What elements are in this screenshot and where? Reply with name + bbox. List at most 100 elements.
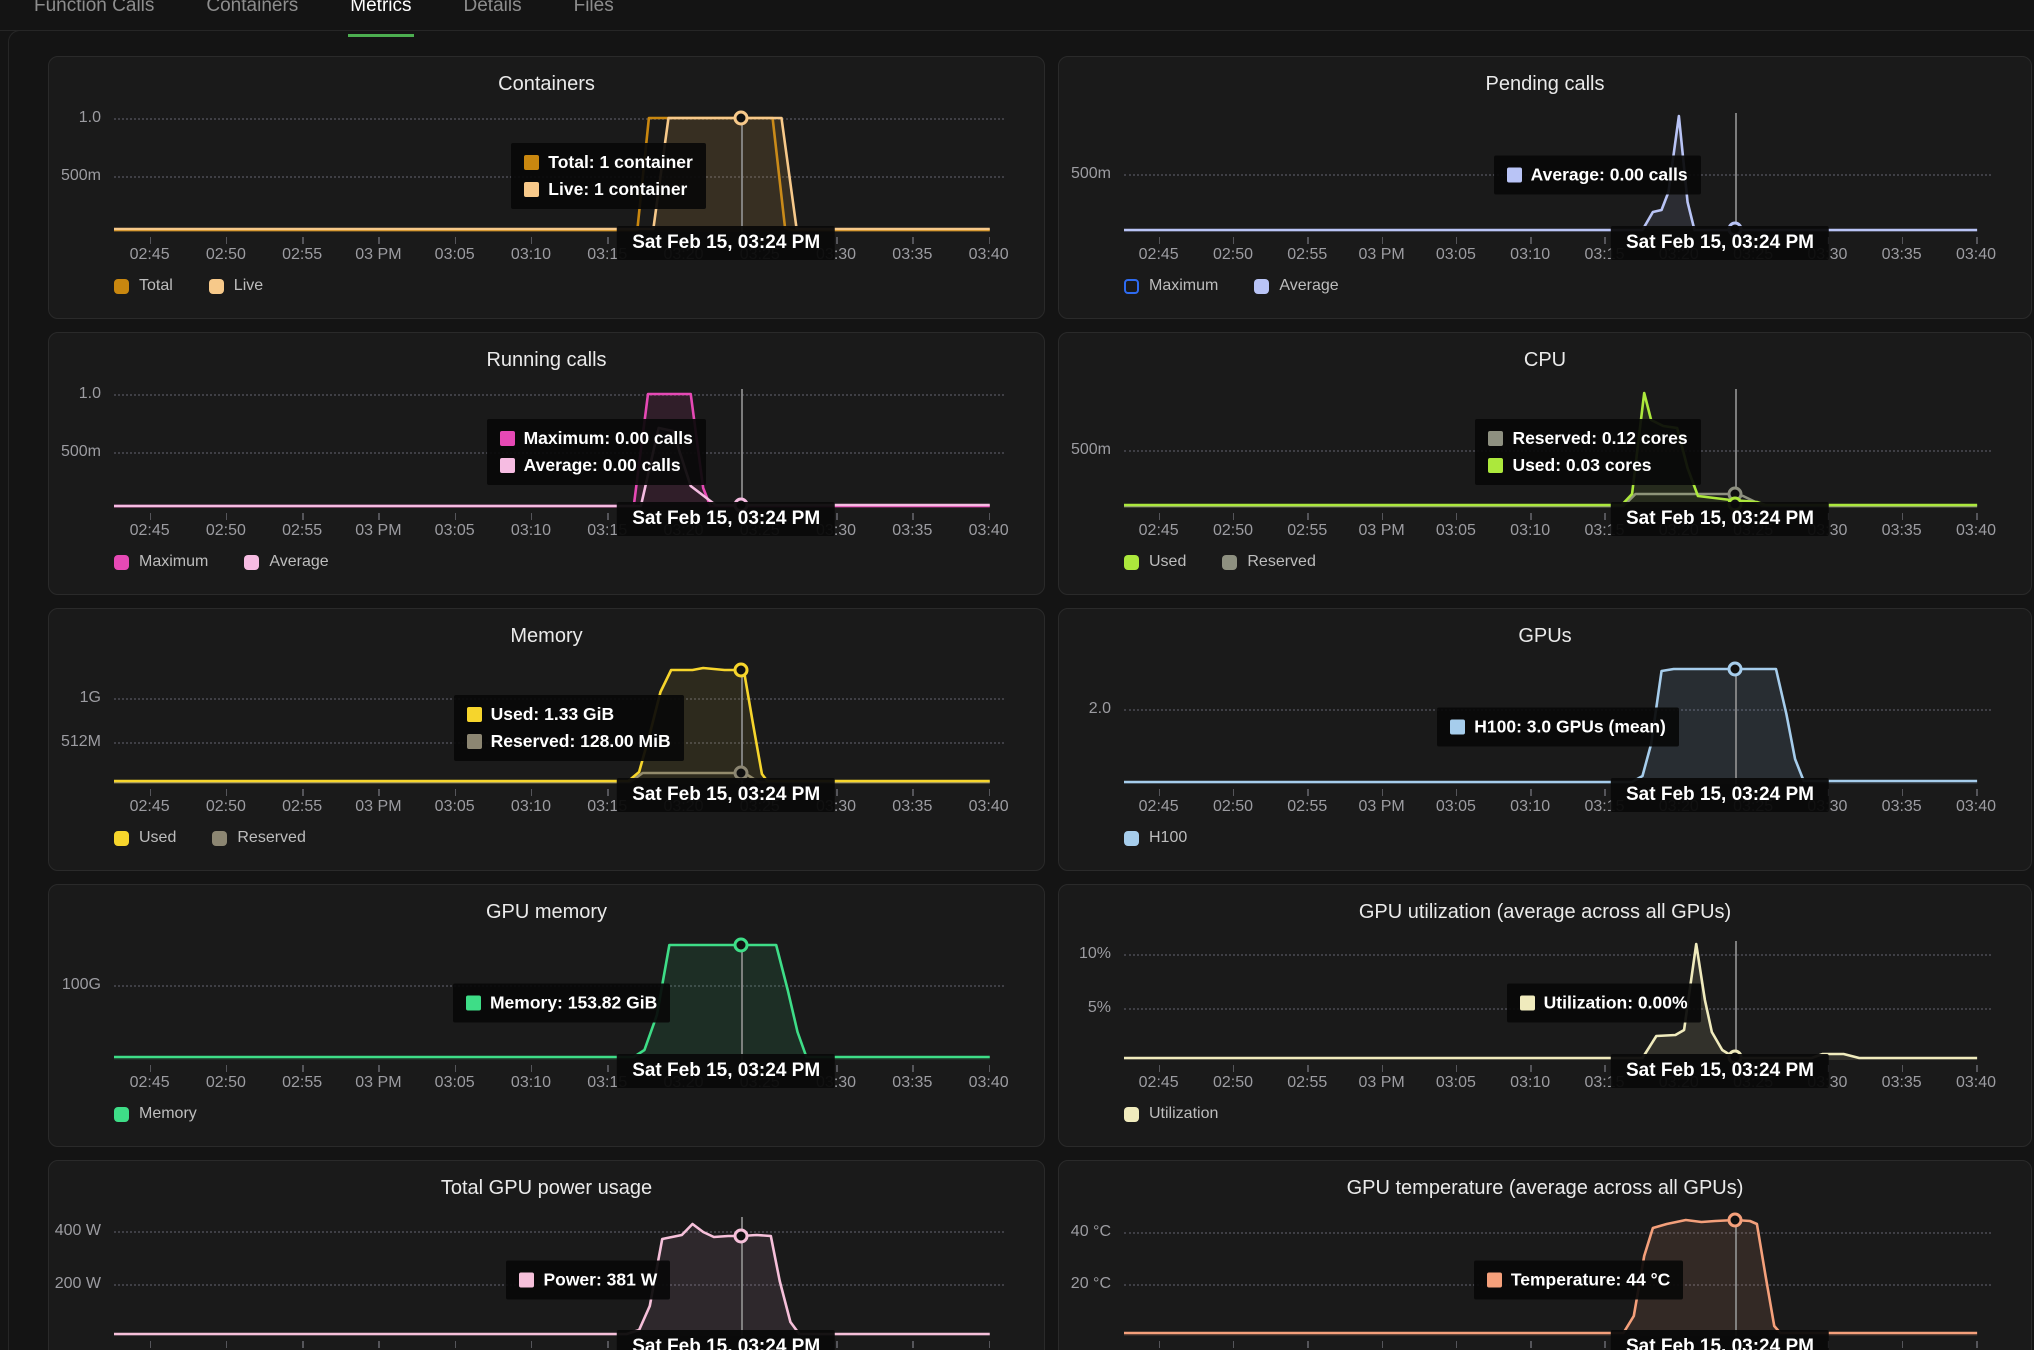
legend-item-maximum[interactable]: Maximum [114, 553, 208, 571]
x-tick-mark [1902, 1341, 1904, 1348]
crosshair-time-tooltip: Sat Feb 15, 03:24 PM [617, 502, 835, 536]
x-tick-mark [607, 1341, 609, 1348]
x-axis-label: 03:40 [1956, 798, 1996, 816]
plot-zone: 500m Average: 0.00 callsSat Feb 15, 03:24… [1059, 105, 2031, 237]
x-tick-mark [1382, 237, 1384, 244]
x-axis-label: 03:35 [892, 1074, 932, 1092]
legend-item-reserved[interactable]: Reserved [1222, 553, 1315, 571]
series-tooltip: Average: 0.00 calls [1494, 156, 1701, 195]
chart-card-gpu-temperature: GPU temperature (average across all GPUs… [1058, 1160, 2032, 1350]
x-tick-mark [1307, 237, 1309, 244]
x-axis-label: 03:40 [1956, 246, 1996, 264]
plot-area[interactable]: Reserved: 0.12 coresUsed: 0.03 coresSat … [1124, 381, 1991, 513]
legend-item-average[interactable]: Average [1254, 277, 1338, 295]
plot-area[interactable]: Total: 1 containerLive: 1 containerSat F… [114, 105, 1004, 237]
tab-containers[interactable]: Containers [204, 0, 300, 37]
x-tick-mark [1233, 1065, 1235, 1072]
x-tick-mark [1159, 1341, 1161, 1348]
chart-card-memory: Memory1G512MUsed: 1.33 GiBReserved: 128.… [48, 608, 1045, 871]
chart-legend: Maximum Average [1124, 277, 2031, 295]
x-axis-label: 03:40 [969, 1074, 1009, 1092]
crosshair-line [1735, 113, 1737, 232]
legend-item-average[interactable]: Average [244, 553, 328, 571]
legend-item-utilization[interactable]: Utilization [1124, 1105, 1218, 1123]
x-tick-mark [836, 789, 838, 796]
x-tick-mark [607, 237, 609, 244]
x-axis-label: 03:10 [1510, 1074, 1550, 1092]
x-tick-mark [531, 1065, 533, 1072]
legend-item-memory[interactable]: Memory [114, 1105, 197, 1123]
x-axis-label: 02:45 [130, 798, 170, 816]
tooltip-text: Reserved: 128.00 MiB [491, 731, 671, 752]
x-axis-label: 02:45 [130, 522, 170, 540]
plot-area[interactable]: H100: 3.0 GPUs (mean)Sat Feb 15, 03:24 P… [1124, 657, 1991, 789]
legend-label: Memory [139, 1105, 197, 1123]
tab-details[interactable]: Details [462, 0, 524, 37]
legend-label: Reserved [1247, 553, 1315, 571]
chart-card-containers: Containers1.0500mTotal: 1 containerLive:… [48, 56, 1045, 319]
series-tooltip: Power: 381 W [506, 1261, 670, 1300]
legend-item-used[interactable]: Used [114, 829, 176, 847]
x-tick-mark [1382, 513, 1384, 520]
x-axis-label: 02:45 [130, 1074, 170, 1092]
tooltip-row: Live: 1 container [524, 179, 693, 200]
x-tick-mark [912, 789, 914, 796]
x-tick-mark [836, 513, 838, 520]
tab-metrics[interactable]: Metrics [348, 0, 413, 37]
tooltip-swatch [1520, 996, 1535, 1011]
legend-label: Live [234, 277, 263, 295]
plot-area[interactable]: Average: 0.00 callsSat Feb 15, 03:24 PM [1124, 105, 1991, 237]
x-axis-label: 03:10 [1510, 522, 1550, 540]
tab-function-calls[interactable]: Function Calls [32, 0, 156, 37]
legend-item-live[interactable]: Live [209, 277, 263, 295]
plot-area[interactable]: Power: 381 WSat Feb 15, 03:24 PM [114, 1209, 1004, 1341]
x-tick-mark [1976, 1341, 1978, 1348]
plot-zone: 400 W200 WPower: 381 WSat Feb 15, 03:24 … [49, 1209, 1044, 1341]
x-axis-label: 03 PM [355, 1074, 401, 1092]
legend-item-total[interactable]: Total [114, 277, 173, 295]
x-tick-mark [1604, 1065, 1606, 1072]
legend-label: Utilization [1149, 1105, 1218, 1123]
y-axis-label: 500m [1059, 165, 1111, 183]
legend-item-h100[interactable]: H100 [1124, 829, 1187, 847]
x-tick-mark [1159, 513, 1161, 520]
x-tick-mark [150, 1065, 152, 1072]
legend-item-reserved[interactable]: Reserved [212, 829, 305, 847]
x-axis-label: 03 PM [1358, 246, 1404, 264]
y-axis-label: 20 °C [1059, 1275, 1111, 1293]
x-tick-mark [1604, 1341, 1606, 1348]
plot-area[interactable]: Temperature: 44 °CSat Feb 15, 03:24 PM [1124, 1209, 1991, 1341]
x-axis-label: 02:55 [282, 798, 322, 816]
x-tick-mark [1233, 1341, 1235, 1348]
x-axis-label: 02:55 [1287, 798, 1327, 816]
plot-area[interactable]: Utilization: 0.00%Sat Feb 15, 03:24 PM [1124, 933, 1991, 1065]
x-axis-label: 03:10 [511, 1074, 551, 1092]
x-tick-mark [1530, 789, 1532, 796]
x-axis-label: 02:45 [1139, 246, 1179, 264]
series-tooltip: Total: 1 containerLive: 1 container [511, 143, 706, 209]
tab-files[interactable]: Files [572, 0, 616, 37]
tooltip-swatch [1507, 168, 1522, 183]
plot-area[interactable]: Maximum: 0.00 callsAverage: 0.00 callsSa… [114, 381, 1004, 513]
x-axis-label: 02:50 [206, 246, 246, 264]
y-axis-label: 1.0 [49, 109, 101, 127]
crosshair-time-tooltip: Sat Feb 15, 03:24 PM [1611, 226, 1829, 260]
x-axis: 02:4502:5002:5503 PM03:0503:1003:1503:20… [1124, 513, 1991, 539]
series-tooltip: Used: 1.33 GiBReserved: 128.00 MiB [454, 695, 684, 761]
legend-item-maximum[interactable]: Maximum [1124, 277, 1218, 295]
legend-swatch [114, 555, 129, 570]
legend-swatch [1222, 555, 1237, 570]
plot-area[interactable]: Used: 1.33 GiBReserved: 128.00 MiBSat Fe… [114, 657, 1004, 789]
x-tick-mark [378, 789, 380, 796]
legend-swatch [244, 555, 259, 570]
chart-card-cpu: CPU500mReserved: 0.12 coresUsed: 0.03 co… [1058, 332, 2032, 595]
x-tick-mark [1456, 1065, 1458, 1072]
x-axis-label: 03:05 [435, 522, 475, 540]
x-tick-mark [226, 1065, 228, 1072]
legend-item-used[interactable]: Used [1124, 553, 1186, 571]
y-axis-label: 400 W [49, 1222, 101, 1240]
plot-area[interactable]: Memory: 153.82 GiBSat Feb 15, 03:24 PM [114, 933, 1004, 1065]
x-axis-label: 03 PM [355, 522, 401, 540]
tooltip-text: Memory: 153.82 GiB [490, 993, 657, 1014]
x-tick-mark [455, 1341, 457, 1348]
